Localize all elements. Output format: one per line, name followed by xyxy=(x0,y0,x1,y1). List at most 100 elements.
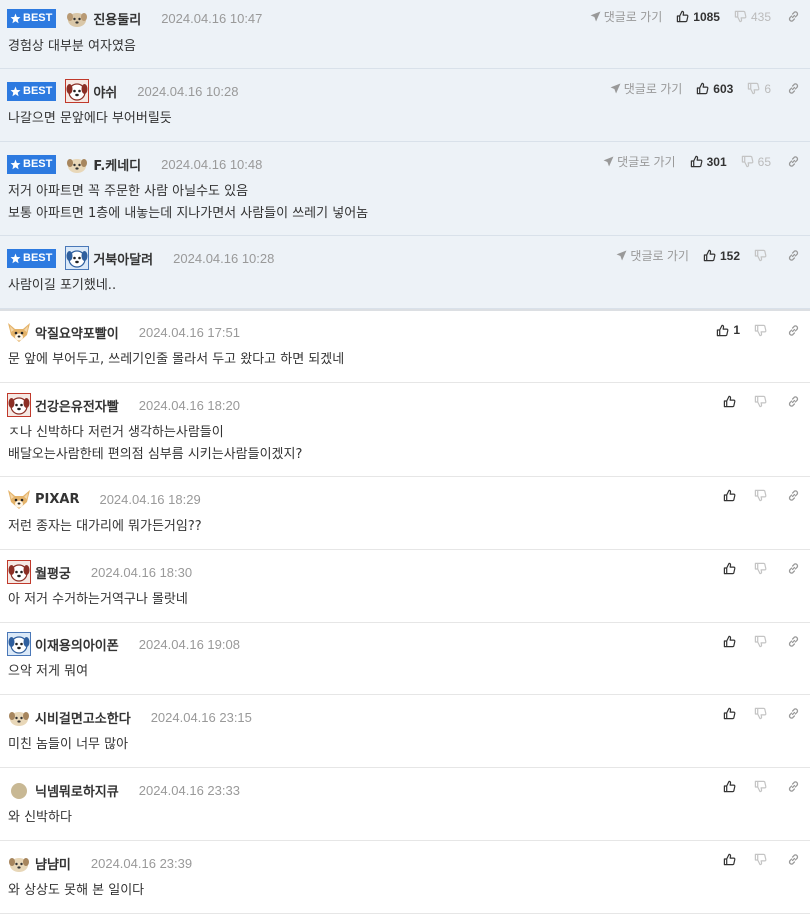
avatar[interactable] xyxy=(7,851,31,875)
downvote-button[interactable] xyxy=(754,324,771,337)
thumbs-up-icon xyxy=(697,82,709,95)
permalink-button[interactable] xyxy=(787,324,800,337)
permalink-button[interactable] xyxy=(787,562,800,575)
thumbs-down-icon xyxy=(754,395,767,408)
nickname[interactable]: 닉넴뭐로하지큐 xyxy=(35,781,119,800)
thumbs-down-icon xyxy=(754,707,767,720)
downvote-button[interactable]: 65 xyxy=(741,155,771,169)
upvote-button[interactable] xyxy=(723,707,740,720)
avatar[interactable] xyxy=(65,6,89,30)
link-icon xyxy=(788,156,799,167)
thumbs-up-icon xyxy=(690,155,703,168)
permalink-button[interactable] xyxy=(787,635,800,648)
link-icon xyxy=(788,83,799,94)
nickname[interactable]: 악질요약포빨이 xyxy=(35,323,119,342)
nickname[interactable]: 거북아달려 xyxy=(93,249,153,268)
comment-body: 와 상상도 못해 본 일이다 xyxy=(8,880,144,902)
reply-label: 댓글로 가기 xyxy=(630,249,689,263)
permalink-button[interactable] xyxy=(787,489,800,502)
permalink-button[interactable] xyxy=(787,155,800,168)
upvote-count: 1 xyxy=(733,323,740,337)
downvote-button[interactable] xyxy=(754,780,771,793)
nickname[interactable]: 건강은유전자빨 xyxy=(35,396,119,415)
avatar[interactable] xyxy=(7,632,31,656)
reply-link[interactable]: 댓글로 가기 xyxy=(616,247,689,264)
puppy-tan-icon xyxy=(67,13,88,27)
comment: 월평궁 2024.04.16 18:30 아 저거 수거하는거역구나 몰랏네 xyxy=(0,550,810,623)
upvote-button[interactable] xyxy=(723,489,740,502)
downvote-button[interactable]: 435 xyxy=(734,10,771,24)
comment-body: 와 신박하다 xyxy=(8,807,72,829)
permalink-button[interactable] xyxy=(787,395,800,408)
link-icon xyxy=(788,854,799,865)
downvote-button[interactable] xyxy=(754,635,771,648)
avatar[interactable] xyxy=(7,778,31,802)
nickname[interactable]: 진용둘리 xyxy=(93,9,141,28)
downvote-button[interactable]: 6 xyxy=(747,82,771,96)
downvote-button[interactable] xyxy=(754,707,771,720)
nickname[interactable]: F.케네디 xyxy=(93,155,141,174)
reply-link[interactable]: 댓글로 가기 xyxy=(603,153,676,170)
upvote-button[interactable]: 1085 xyxy=(676,10,720,24)
thumbs-up-icon xyxy=(723,635,736,648)
avatar[interactable] xyxy=(65,246,90,270)
reply-link[interactable]: 댓글로 가기 xyxy=(610,80,682,97)
downvote-button[interactable] xyxy=(754,489,771,502)
comment-date: 2024.04.16 23:33 xyxy=(138,782,240,798)
nickname[interactable]: 시비걸면고소한다 xyxy=(35,708,131,727)
best-comment: BEST F.케네디 2024.04.16 10:48 저거 아파트면 꼭 주문… xyxy=(0,142,810,236)
best-label: BEST xyxy=(23,85,53,97)
avatar[interactable] xyxy=(65,152,89,176)
comment-header: 닉넴뭐로하지큐 2024.04.16 23:33 xyxy=(7,777,240,803)
star-icon xyxy=(10,253,21,263)
permalink-button[interactable] xyxy=(787,780,800,793)
thumbs-up-icon xyxy=(717,324,729,336)
avatar[interactable] xyxy=(7,393,31,417)
avatar[interactable] xyxy=(7,705,31,729)
upvote-button[interactable]: 603 xyxy=(696,82,733,96)
nickname[interactable]: 야쉬 xyxy=(93,82,117,101)
comment-actions xyxy=(723,395,800,408)
comment-line: 보통 아파트면 1층에 내놓는데 지나가면서 사람들이 쓰레기 넣어놈 xyxy=(8,206,369,221)
upvote-button[interactable] xyxy=(723,635,740,648)
downvote-button[interactable] xyxy=(754,395,771,408)
comment-line: 문 앞에 부어두고, 쓰레기인줄 몰라서 두고 왔다고 하면 되겠네 xyxy=(8,352,345,367)
upvote-button[interactable] xyxy=(723,562,740,575)
downvote-button[interactable] xyxy=(754,853,771,866)
comment-line: 사람이길 포기했네.. xyxy=(8,278,117,293)
upvote-button[interactable]: 301 xyxy=(690,155,727,169)
nickname[interactable]: PIXAR xyxy=(35,492,79,507)
permalink-button[interactable] xyxy=(787,82,800,95)
comment-line: 아 저거 수거하는거역구나 몰랏네 xyxy=(8,592,188,607)
thumbs-down-icon xyxy=(754,324,767,336)
downvote-button[interactable] xyxy=(754,562,771,575)
avatar[interactable] xyxy=(7,560,31,584)
chihuahua-icon xyxy=(8,490,30,509)
upvote-count: 301 xyxy=(706,154,727,169)
nickname[interactable]: 월평궁 xyxy=(35,563,71,582)
permalink-button[interactable] xyxy=(787,707,800,720)
dog-red-icon xyxy=(7,393,31,417)
nickname[interactable]: 냠냠미 xyxy=(35,854,71,873)
avatar[interactable] xyxy=(65,79,90,103)
avatar[interactable] xyxy=(7,320,31,344)
link-icon xyxy=(788,396,799,407)
reply-link[interactable]: 댓글로 가기 xyxy=(590,8,662,25)
link-icon xyxy=(788,490,799,501)
upvote-button[interactable] xyxy=(723,395,740,408)
dog-blue-icon xyxy=(7,632,31,656)
comment-date: 2024.04.16 18:20 xyxy=(138,397,240,413)
permalink-button[interactable] xyxy=(787,10,800,23)
downvote-button[interactable] xyxy=(754,249,771,262)
upvote-button[interactable] xyxy=(723,853,740,866)
avatar[interactable] xyxy=(7,487,31,511)
nickname[interactable]: 이재용의아이폰 xyxy=(35,635,119,654)
upvote-button[interactable]: 152 xyxy=(703,249,740,263)
comment-actions: 댓글로 가기 1085 435 xyxy=(590,8,800,25)
upvote-button[interactable] xyxy=(723,780,740,793)
comment-header: BEST 거북아달려 2024.04.16 10:28 xyxy=(7,245,274,271)
comment: PIXAR 2024.04.16 18:29 저런 종자는 대가리에 뭐가든거임… xyxy=(0,477,810,550)
permalink-button[interactable] xyxy=(787,853,800,866)
permalink-button[interactable] xyxy=(787,249,800,262)
upvote-button[interactable]: 1 xyxy=(716,323,740,337)
